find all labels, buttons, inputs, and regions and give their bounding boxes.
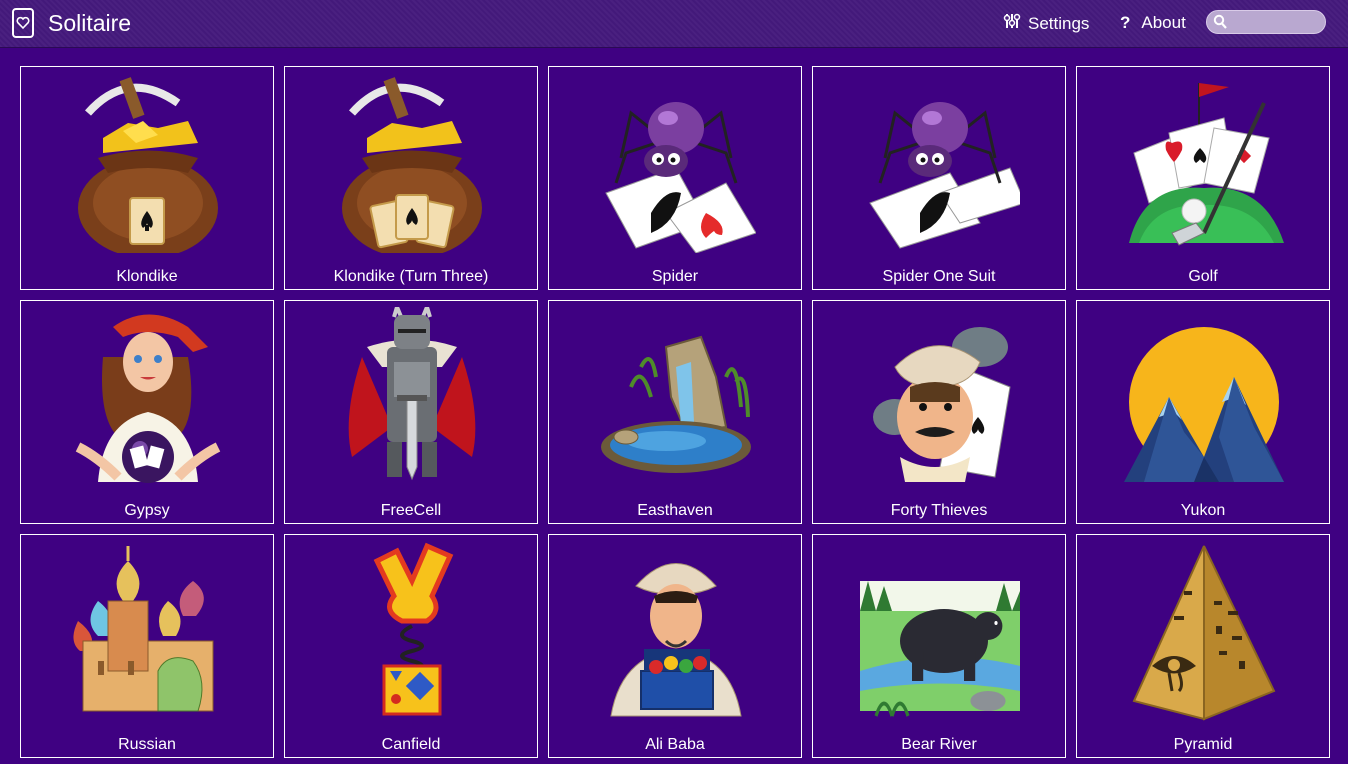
game-tile-spider-one-suit[interactable]: Spider One Suit xyxy=(812,66,1066,290)
waterfall-pond-icon xyxy=(601,335,751,473)
game-label: Canfield xyxy=(381,736,441,753)
game-label: Russian xyxy=(118,736,176,753)
game-label: Easthaven xyxy=(637,502,713,519)
game-tile-gypsy[interactable]: Gypsy xyxy=(20,300,274,524)
search-box[interactable] xyxy=(1206,10,1326,34)
onion-domes-icon xyxy=(73,546,214,712)
settings-label: Settings xyxy=(1028,14,1090,33)
question-mark-icon: ? xyxy=(1120,13,1131,32)
game-label: Gypsy xyxy=(124,502,170,519)
freecell-knight-icon xyxy=(348,307,476,481)
bear-river-icon xyxy=(860,581,1020,717)
klondike-gold-sack-icon xyxy=(78,77,218,253)
game-tile-golf[interactable]: Golf xyxy=(1076,66,1330,290)
game-tile-klondike[interactable]: Klondike xyxy=(20,66,274,290)
game-label: Pyramid xyxy=(1173,736,1233,753)
mountains-sun-icon xyxy=(1124,327,1284,482)
about-label: About xyxy=(1141,13,1186,32)
settings-link[interactable]: Settings xyxy=(1003,12,1089,36)
game-tile-klondike-turn-three[interactable]: Klondike (Turn Three) xyxy=(284,66,538,290)
golden-pyramid-icon xyxy=(1132,545,1276,721)
ali-baba-treasure-icon xyxy=(610,563,742,717)
game-tile-bear-river[interactable]: Bear River xyxy=(812,534,1066,758)
forty-thieves-icon xyxy=(873,327,1011,482)
game-tile-forty-thieves[interactable]: Forty Thieves xyxy=(812,300,1066,524)
game-label: Yukon xyxy=(1180,502,1226,519)
game-tile-freecell[interactable]: FreeCell xyxy=(284,300,538,524)
game-label: Klondike (Turn Three) xyxy=(333,268,489,285)
game-label: Klondike xyxy=(116,268,178,285)
game-tile-easthaven[interactable]: Easthaven xyxy=(548,300,802,524)
game-tile-russian[interactable]: Russian xyxy=(20,534,274,758)
top-bar: Solitaire Settings ? About xyxy=(0,0,1348,48)
spider-one-suit-icon xyxy=(869,102,1020,249)
jack-in-the-box-icon xyxy=(373,542,454,716)
game-label: Bear River xyxy=(901,736,977,753)
sliders-icon xyxy=(1003,12,1021,36)
game-tile-ali-baba[interactable]: Ali Baba xyxy=(548,534,802,758)
game-tile-spider[interactable]: Spider xyxy=(548,66,802,290)
game-label: Spider xyxy=(651,268,699,285)
game-label: Spider One Suit xyxy=(882,268,996,285)
search-input[interactable] xyxy=(1229,12,1325,34)
game-tile-pyramid[interactable]: Pyramid xyxy=(1076,534,1330,758)
golf-cards-icon xyxy=(1129,83,1284,246)
search-icon xyxy=(1213,14,1227,35)
heart-card-logo-icon[interactable] xyxy=(12,8,34,38)
gypsy-fortune-teller-icon xyxy=(75,314,221,483)
game-label: Forty Thieves xyxy=(890,502,988,519)
app-title[interactable]: Solitaire xyxy=(48,9,131,37)
games-grid: Klondike Klondike (Turn Three) Spider Sp… xyxy=(20,66,1330,758)
klondike-three-gold-sack-icon xyxy=(342,77,482,253)
game-tile-canfield[interactable]: Canfield xyxy=(284,534,538,758)
game-tile-yukon[interactable]: Yukon xyxy=(1076,300,1330,524)
about-link[interactable]: ? About xyxy=(1120,12,1186,34)
game-label: Ali Baba xyxy=(645,736,705,753)
game-label: FreeCell xyxy=(380,502,442,519)
game-label: Golf xyxy=(1188,268,1218,285)
spider-cards-icon xyxy=(605,102,756,253)
